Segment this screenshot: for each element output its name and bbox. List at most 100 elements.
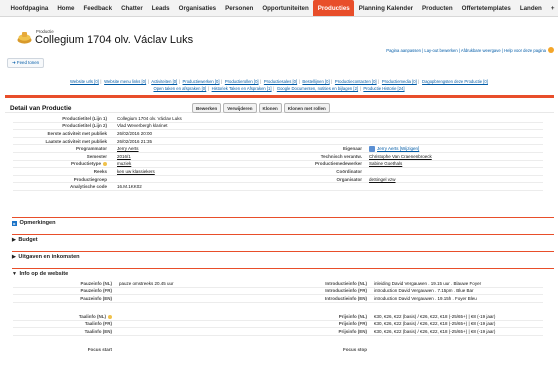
field-label: Productietitel (Lijn 2) <box>62 123 107 129</box>
detail-row: Semester 2016/1 Technisch verantw. Chris… <box>13 153 543 161</box>
related-link[interactable]: Website menu links [0] <box>104 79 146 84</box>
field-label: Eerste activiteit met publiek <box>47 130 107 136</box>
tab-producten[interactable]: Producten <box>418 0 458 16</box>
expand-triangle-icon: ▶ <box>12 237 16 243</box>
detail-row: Reeks ken uw klassiekers Coördinator <box>13 168 543 176</box>
website-row: Focus start Focus stop <box>13 346 543 354</box>
production-icon <box>17 32 32 44</box>
field-value: introduction David Vergauwen . 19.15h . … <box>374 295 477 301</box>
field-label: Coördinator <box>336 168 362 174</box>
related-link[interactable]: Productierollen [0] <box>225 79 259 84</box>
field-label: Semester <box>86 153 107 159</box>
clone-button[interactable]: Klonen <box>258 103 282 113</box>
field-label: Introductieinfo (NL) <box>325 280 367 286</box>
website-row: Taalinfo (EN) Prijsinfo (EN) €30, €26, €… <box>13 328 543 336</box>
info-icon[interactable] <box>108 314 112 319</box>
detail-row: Laatste activiteit met publiek 26/02/201… <box>13 138 543 146</box>
tab-producties[interactable]: Producties <box>313 0 355 16</box>
field-label: Organisator <box>336 176 362 182</box>
feed-toggle-button[interactable]: ➜ Feed tonen <box>7 58 45 68</box>
section-uitgaven[interactable]: ▶ Uitgaven en inkomsten <box>12 251 554 262</box>
tab-offertetemplates[interactable]: Offertetemplates <box>457 0 515 16</box>
edit-button[interactable]: Bewerken <box>192 103 222 113</box>
related-link[interactable]: Productiecontacten [0] <box>335 79 377 84</box>
clone-with-roles-button[interactable]: Klonen met rollen <box>283 103 330 113</box>
website-row: Taalinfo (FR) Prijsinfo (FR) €30, €26, €… <box>13 321 543 329</box>
production-type-link[interactable]: muziek <box>117 161 131 166</box>
field-value: Collegium 1704 olv. Václav Luks <box>117 115 182 121</box>
field-label: Focus stop <box>342 347 367 353</box>
field-value: €30, €26, €22 (basis) / €26, €22, €18 (-… <box>374 328 496 334</box>
related-link[interactable]: Open taken en afspraken [0] <box>153 86 206 91</box>
tab-planning-kalender[interactable]: Planning Kalender <box>354 0 417 16</box>
section-opmerkingen[interactable]: ▸ Opmerkingen <box>12 217 554 228</box>
production-staff-link[interactable]: Sabine Goethals <box>369 161 402 166</box>
related-link[interactable]: Productiewerken [0] <box>183 79 220 84</box>
section-title: Budget <box>18 237 38 243</box>
tab-feedback[interactable]: Feedback <box>79 0 117 16</box>
tab-leads[interactable]: Leads <box>147 0 174 16</box>
detail-title: Detail van Productie <box>10 105 72 112</box>
detail-row: Programmator Jerry Aerts Eigenaar Jerry … <box>13 145 543 153</box>
related-link[interactable]: Productiesales [0] <box>264 79 297 84</box>
field-label: Analytische code <box>69 184 107 190</box>
related-link[interactable]: Website urls [0] <box>70 79 99 84</box>
website-row: Pauzeinfo (NL) pauze omstreeks 20.45 uur… <box>13 280 543 288</box>
related-link[interactable]: Bestellijnen [0] <box>302 79 329 84</box>
tab-landen[interactable]: Landen <box>515 0 546 16</box>
tab-personen[interactable]: Personen <box>221 0 258 16</box>
tab-organisaties[interactable]: Organisaties <box>174 0 221 16</box>
field-value: €30, €26, €22 (basis) / €26, €22, €18 (-… <box>374 313 496 319</box>
field-label: Focus start <box>87 347 112 353</box>
tab-home[interactable]: Home <box>53 0 79 16</box>
field-label: Productiegroep <box>73 176 107 182</box>
info-icon[interactable] <box>103 162 107 167</box>
field-label: Technisch verantw. <box>320 153 362 159</box>
detail-row: Productietitel (Lijn 1) Collegium 1704 o… <box>13 115 543 123</box>
delete-button[interactable]: Verwijderen <box>223 103 257 113</box>
field-label: Productietitel (Lijn 1) <box>62 115 107 121</box>
field-label: Pauzeinfo (EN) <box>80 295 112 301</box>
related-list-links-row-2: Open taken en afspraken [0] | Historiek T… <box>153 86 405 91</box>
related-link[interactable]: Dagopbrengsten deze Productie [0] <box>422 79 488 84</box>
related-link[interactable]: Historiek Taken en Afspraken [1] <box>212 86 272 91</box>
related-link[interactable]: Productie Historie [24] <box>363 86 404 91</box>
related-link[interactable]: Activiteiten [0] <box>151 79 177 84</box>
semester-link[interactable]: 2016/1 <box>117 154 131 159</box>
owner-link[interactable]: Jerry Aerts [Wijzigen] <box>377 146 419 151</box>
help-icon[interactable] <box>548 47 554 53</box>
field-value: €30, €26, €22 (basis) / €26, €22, €18 (-… <box>374 321 496 327</box>
field-value: 26/02/2016 21:35 <box>117 138 153 144</box>
tab-hoofdpagina[interactable]: Hoofdpagina <box>6 0 53 16</box>
technical-lead-link[interactable]: Christophe Van Craenenbroeck <box>369 154 432 159</box>
page-links-text[interactable]: Pagina aanpassen | Lay-out bewerken | Af… <box>386 48 546 53</box>
related-list-links-row-1: Website urls [0] | Website menu links [0]… <box>70 79 488 84</box>
field-value: 26/02/2016 20:00 <box>117 130 153 136</box>
related-link[interactable]: Productiemedia [0] <box>382 79 417 84</box>
field-label: Laatste activiteit met publiek <box>45 138 107 144</box>
field-label: Productiemedewerker <box>314 161 362 167</box>
programmer-link[interactable]: Jerry Aerts <box>117 146 139 151</box>
section-budget[interactable]: ▶ Budget <box>12 234 554 245</box>
field-value: 16.M.1KK02 <box>117 184 142 190</box>
detail-header: Detail van Productie Bewerken Verwijdere… <box>5 98 554 113</box>
field-label: Pauzeinfo (FR) <box>80 288 113 294</box>
field-value: inleiding David Vergauwen . 19.15 uur . … <box>374 280 482 286</box>
related-link[interactable]: Google Documenten, notities en bijlagen … <box>277 86 358 91</box>
page-utility-links[interactable]: Pagina aanpassen | Lay-out bewerken | Af… <box>386 47 554 53</box>
add-tab-button[interactable]: + <box>546 0 558 16</box>
expand-icon: ▸ <box>12 220 17 226</box>
tab-opportuniteiten[interactable]: Opportuniteiten <box>258 0 313 16</box>
tab-chatter[interactable]: Chatter <box>117 0 148 16</box>
field-label: Taalinfo (EN) <box>84 328 112 334</box>
series-link[interactable]: ken uw klassiekers <box>117 169 155 174</box>
organizer-link[interactable]: deSingel vzw <box>369 177 396 182</box>
user-icon <box>369 145 375 152</box>
feed-toggle-label: Feed tonen <box>16 60 40 65</box>
website-row: Taalinfo (NL) Prijsinfo (NL) €30, €26, €… <box>13 313 543 321</box>
field-label: Reeks <box>93 168 107 174</box>
section-website[interactable]: ▼ Info op de website <box>12 268 554 279</box>
expand-triangle-icon: ▶ <box>12 254 16 260</box>
field-label: Taalinfo (FR) <box>84 321 112 327</box>
field-value: Vlad Weverbergh klarinet <box>117 123 168 129</box>
